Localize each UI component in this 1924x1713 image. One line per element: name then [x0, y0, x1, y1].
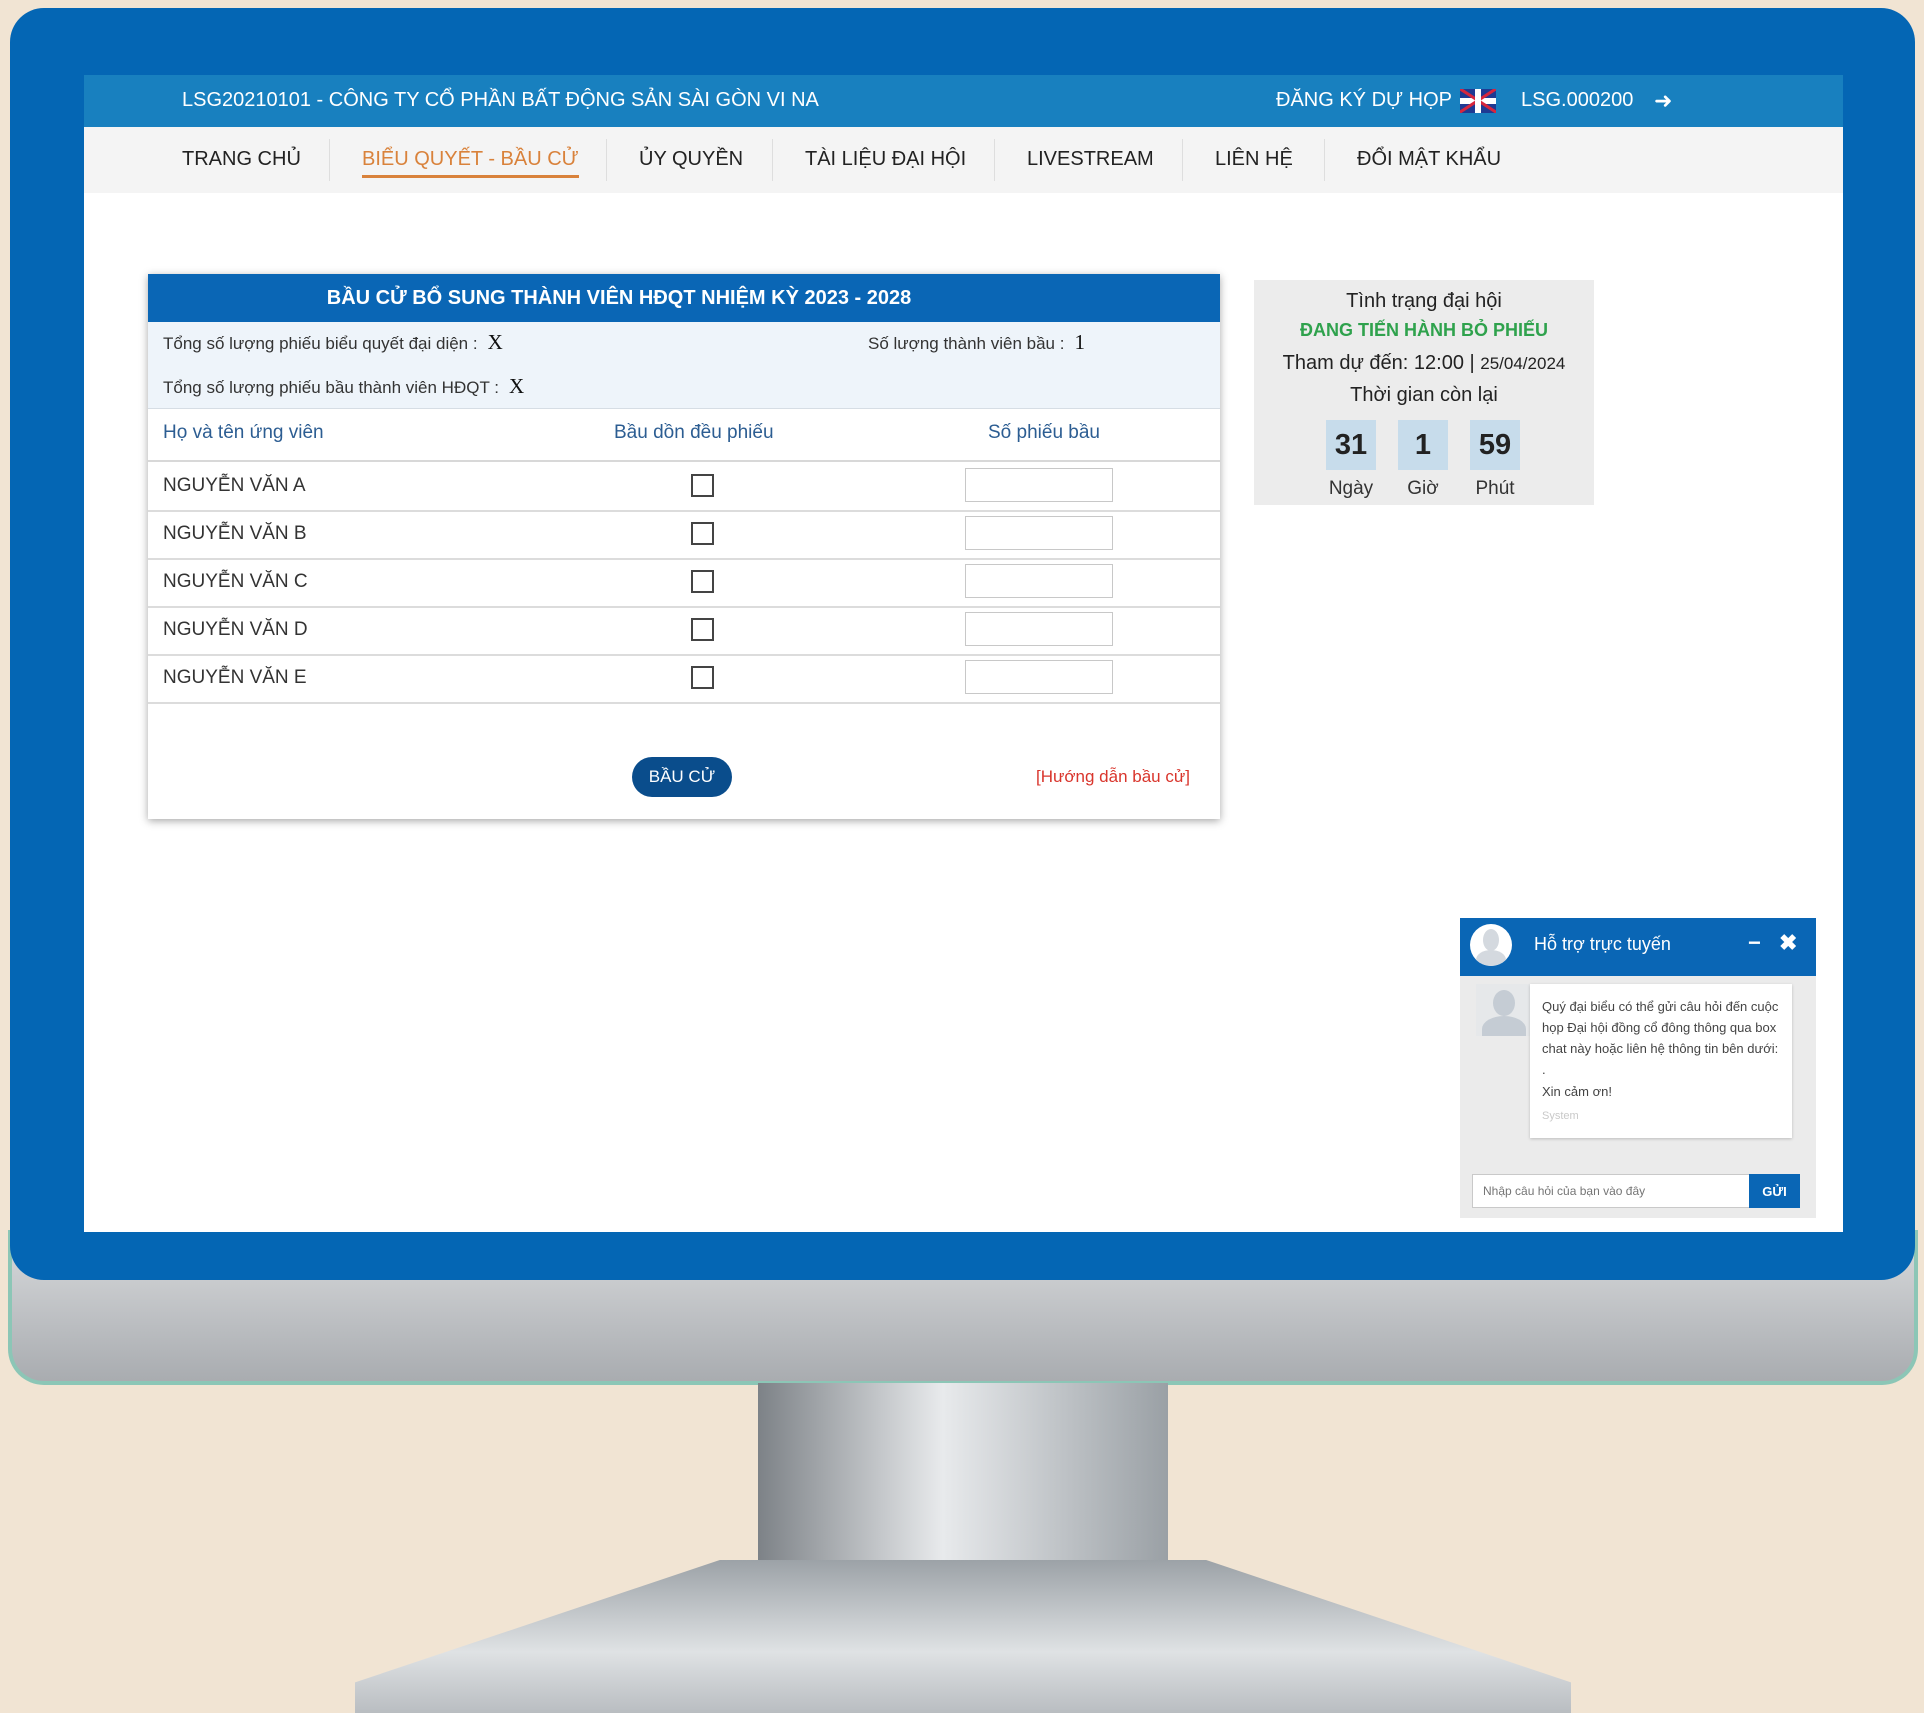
chat-message: Quý đại biểu có thể gửi câu hỏi đến cuộc…	[1530, 984, 1792, 1138]
account-id: LSG.000200	[1521, 89, 1634, 111]
support-chat-widget: Hỗ trợ trực tuyến − ✖ Quý đại biểu có th…	[1460, 918, 1816, 1218]
submit-vote-button[interactable]: BẦU CỬ	[632, 757, 732, 797]
nav-divider	[606, 139, 607, 181]
total-ballot-value: X	[508, 374, 525, 398]
cumulative-checkbox[interactable]	[691, 474, 714, 497]
top-header: LSG20210101 - CÔNG TY CỔ PHẦN BẤT ĐỘNG S…	[84, 75, 1843, 127]
cumulative-checkbox[interactable]	[691, 666, 714, 689]
candidate-name: NGUYỄN VĂN E	[163, 667, 307, 688]
status-title: Tình trạng đại hội	[1346, 290, 1502, 312]
countdown-hours-label: Giờ	[1407, 478, 1439, 499]
table-row: NGUYỄN VĂN B	[148, 510, 1220, 560]
attend-until: Tham dự đến: 12:00 | 25/04/2024	[1282, 352, 1566, 374]
countdown-minutes: 59	[1470, 420, 1520, 470]
candidate-table-header: Họ và tên ứng viên Bầu dồn đều phiếu Số …	[148, 408, 1220, 462]
register-link[interactable]: ĐĂNG KÝ DỰ HỌP	[1276, 89, 1452, 112]
countdown-days-label: Ngày	[1328, 478, 1374, 499]
votes-input[interactable]	[965, 516, 1113, 550]
col-votes: Số phiếu bầu	[988, 422, 1100, 443]
table-row: NGUYỄN VĂN C	[148, 558, 1220, 608]
candidate-name: NGUYỄN VĂN A	[163, 475, 306, 496]
candidate-name: NGUYỄN VĂN B	[163, 523, 307, 544]
nav-proxy[interactable]: ỦY QUYỀN	[639, 127, 743, 193]
table-row: NGUYỄN VĂN A	[148, 462, 1220, 512]
support-avatar-icon	[1470, 924, 1512, 966]
main-nav: TRANG CHỦ BIỂU QUYẾT - BẦU CỬ ỦY QUYỀN T…	[84, 127, 1843, 193]
total-voting-value: X	[487, 330, 503, 354]
chat-message-text: Quý đại biểu có thể gửi câu hỏi đến cuộc…	[1542, 999, 1779, 1077]
ballot-title: BẦU CỬ BỔ SUNG THÀNH VIÊN HĐQT NHIỆM KỲ …	[148, 274, 1220, 322]
chat-title: Hỗ trợ trực tuyến	[1534, 934, 1671, 954]
nav-divider	[772, 139, 773, 181]
members-to-elect-info: Số lượng thành viên bầu : 1	[868, 330, 1085, 355]
nav-divider	[1324, 139, 1325, 181]
total-ballot-info: Tổng số lượng phiếu bầu thành viên HĐQT …	[163, 374, 524, 399]
uk-flag-icon[interactable]	[1460, 89, 1496, 113]
votes-input[interactable]	[965, 564, 1113, 598]
ballot-info: Tổng số lượng phiếu biểu quyết đại diện …	[148, 322, 1220, 409]
votes-input[interactable]	[965, 468, 1113, 502]
active-tab-underline	[362, 175, 579, 178]
voting-guide-link[interactable]: [Hướng dẫn bầu cử]	[1036, 767, 1190, 787]
col-cumulative: Bầu dồn đều phiếu	[614, 422, 774, 443]
minimize-icon[interactable]: −	[1748, 930, 1761, 956]
logout-icon[interactable]: ➜	[1654, 88, 1672, 114]
chat-send-button[interactable]: GỬI	[1749, 1174, 1800, 1208]
col-candidate-name: Họ và tên ứng viên	[163, 422, 324, 443]
close-icon[interactable]: ✖	[1779, 930, 1797, 956]
company-name: LSG20210101 - CÔNG TY CỔ PHẦN BẤT ĐỘNG S…	[182, 89, 819, 111]
ballot-panel: BẦU CỬ BỔ SUNG THÀNH VIÊN HĐQT NHIỆM KỲ …	[148, 274, 1220, 819]
nav-contact[interactable]: LIÊN HỆ	[1215, 127, 1293, 193]
attend-date: 25/04/2024	[1480, 354, 1566, 373]
table-row: NGUYỄN VĂN E	[148, 654, 1220, 704]
chat-header: Hỗ trợ trực tuyến − ✖	[1460, 918, 1816, 976]
nav-documents[interactable]: TÀI LIỆU ĐẠI HỘI	[805, 127, 966, 193]
countdown-hours: 1	[1398, 420, 1448, 470]
table-row: NGUYỄN VĂN D	[148, 606, 1220, 656]
ballot-title-text: BẦU CỬ BỔ SUNG THÀNH VIÊN HĐQT NHIỆM KỲ …	[326, 287, 912, 309]
cumulative-checkbox[interactable]	[691, 570, 714, 593]
members-to-elect-label: Số lượng thành viên bầu :	[868, 334, 1065, 353]
nav-divider	[329, 139, 330, 181]
monitor-stand	[758, 1383, 1168, 1583]
nav-home[interactable]: TRANG CHỦ	[182, 127, 301, 193]
remaining-label: Thời gian còn lại	[1350, 384, 1498, 406]
cumulative-checkbox[interactable]	[691, 618, 714, 641]
total-ballot-label: Tổng số lượng phiếu bầu thành viên HĐQT …	[163, 378, 499, 397]
nav-livestream[interactable]: LIVESTREAM	[1027, 127, 1154, 193]
nav-vote-label: BIỂU QUYẾT - BẦU CỬ	[362, 148, 579, 170]
nav-divider	[994, 139, 995, 181]
monitor-base	[355, 1560, 1571, 1713]
nav-change-password[interactable]: ĐỔI MẬT KHẨU	[1357, 127, 1501, 193]
user-avatar-icon	[1476, 984, 1532, 1036]
countdown-minutes-label: Phút	[1475, 478, 1515, 499]
countdown-days: 31	[1326, 420, 1376, 470]
total-voting-info: Tổng số lượng phiếu biểu quyết đại diện …	[163, 330, 503, 355]
chat-message-sender: System	[1542, 1110, 1579, 1122]
candidate-name: NGUYỄN VĂN C	[163, 571, 308, 592]
attend-time: 12:00	[1413, 352, 1464, 374]
screen: LSG20210101 - CÔNG TY CỔ PHẦN BẤT ĐỘNG S…	[84, 75, 1843, 1232]
candidate-name: NGUYỄN VĂN D	[163, 619, 308, 640]
total-voting-label: Tổng số lượng phiếu biểu quyết đại diện …	[163, 334, 478, 353]
chat-message-thanks: Xin cảm ơn!	[1542, 1084, 1612, 1099]
attend-label: Tham dự đến:	[1282, 352, 1409, 374]
cumulative-checkbox[interactable]	[691, 522, 714, 545]
votes-input[interactable]	[965, 612, 1113, 646]
nav-divider	[1182, 139, 1183, 181]
members-to-elect-value: 1	[1074, 330, 1085, 354]
status-state: ĐANG TIẾN HÀNH BỎ PHIẾU	[1299, 320, 1548, 340]
votes-input[interactable]	[965, 660, 1113, 694]
meeting-status-box: Tình trạng đại hội ĐANG TIẾN HÀNH BỎ PHI…	[1254, 280, 1594, 505]
nav-vote[interactable]: BIỂU QUYẾT - BẦU CỬ	[362, 127, 579, 193]
chat-question-input[interactable]	[1472, 1174, 1750, 1208]
